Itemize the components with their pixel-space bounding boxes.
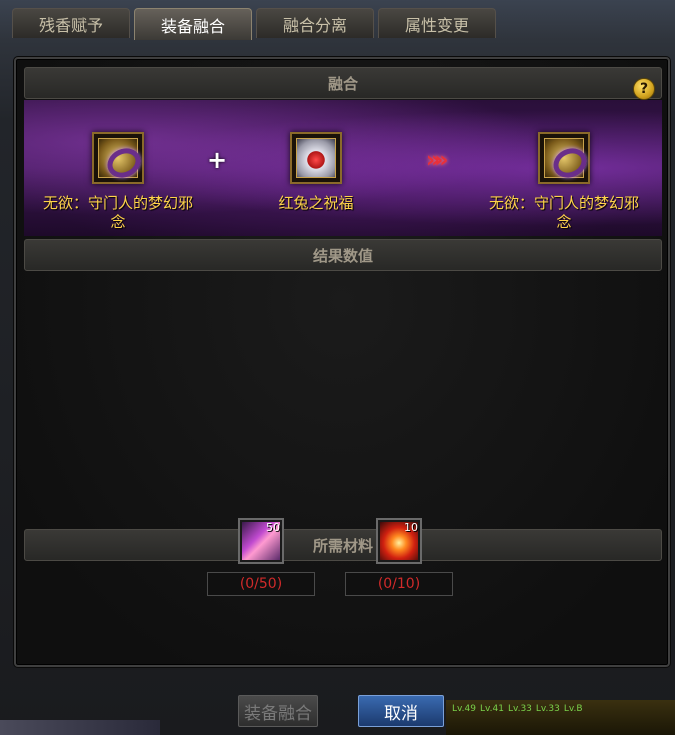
tab-residual-fragrance[interactable]: 残香赋予	[12, 8, 130, 38]
result-section-header: 结果数值	[24, 239, 662, 271]
rabbit-blessing-icon	[296, 138, 336, 178]
material-requirement: (0/50)	[207, 572, 315, 596]
help-icon[interactable]: ?	[633, 78, 655, 100]
material-count-badge: 50	[266, 521, 280, 534]
material-requirement: (0/10)	[345, 572, 453, 596]
material-slot-1[interactable]: 50	[238, 518, 284, 564]
plus-icon: +	[207, 146, 228, 174]
result-item-name: 无欲：守门人的梦幻邪念	[488, 194, 639, 231]
fuse-button[interactable]: 装备融合	[238, 695, 318, 727]
source-item-slot[interactable]	[92, 132, 144, 184]
material-count-badge: 10	[404, 521, 418, 534]
level-label: Lv.49	[452, 704, 476, 714]
fusion-section-header: 融合 ?	[24, 67, 662, 100]
level-label: Lv.41	[479, 704, 504, 714]
bottom-left-quickbar	[0, 720, 160, 735]
materials-section-title: 所需材料	[312, 536, 373, 555]
catalyst-item-name: 红兔之祝福	[278, 194, 354, 212]
result-section-title: 结果数值	[312, 246, 373, 265]
source-item-name: 无欲：守门人的梦幻邪念	[42, 194, 193, 231]
materials-section-header: 所需材料	[24, 529, 662, 561]
level-label: Lv.B	[563, 704, 583, 714]
level-label: Lv.33	[535, 704, 560, 714]
cancel-button[interactable]: 取消	[358, 695, 444, 727]
ring-icon	[544, 138, 584, 178]
fusion-section-title: 融合	[327, 74, 358, 93]
level-label: Lv.33	[507, 704, 532, 714]
fusion-panel: 融合 ? 无欲：守门人的梦幻邪念 + 红兔之祝福 »» 无欲：守门人的梦幻邪念 …	[14, 57, 670, 667]
ring-icon	[98, 138, 138, 178]
tab-fusion-separation[interactable]: 融合分离	[256, 8, 374, 38]
tab-attribute-change[interactable]: 属性变更	[378, 8, 496, 38]
material-slot-2[interactable]: 10	[376, 518, 422, 564]
arrow-right-icon: »»	[426, 148, 449, 173]
quickbar-strip: Lv.49 Lv.41 Lv.33 Lv.33 Lv.B	[446, 700, 675, 735]
tab-equipment-fusion[interactable]: 装备融合	[134, 8, 252, 40]
tab-bar: 残香赋予 装备融合 融合分离 属性变更	[12, 8, 496, 40]
catalyst-item-slot[interactable]	[290, 132, 342, 184]
fusion-stage: 无欲：守门人的梦幻邪念 + 红兔之祝福 »» 无欲：守门人的梦幻邪念	[24, 100, 662, 236]
result-item-slot[interactable]	[538, 132, 590, 184]
